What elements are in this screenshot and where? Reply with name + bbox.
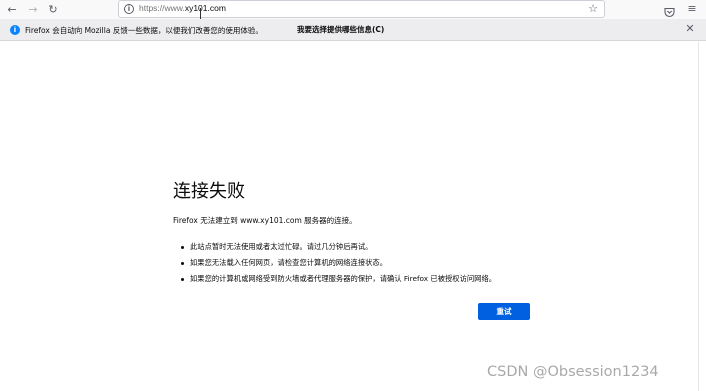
error-description: Firefox 无法建立到 www.xy101.com 服务器的连接。 — [173, 216, 357, 225]
close-icon: ✕ — [685, 22, 695, 35]
info-icon[interactable]: i — [124, 4, 134, 14]
bullet-icon — [181, 246, 184, 249]
pocket-button[interactable] — [664, 3, 675, 18]
url-bar[interactable]: i https://www.xy101.com ☆ — [118, 0, 605, 18]
arrow-left-icon: ← — [7, 2, 17, 16]
bullet-icon — [181, 262, 184, 265]
url-prefix: https://www. — [139, 3, 185, 13]
info-icon: i — [10, 25, 20, 35]
close-notification-button[interactable]: ✕ — [684, 23, 696, 35]
url-text[interactable]: https://www.xy101.com — [139, 3, 226, 13]
forward-button[interactable]: → — [25, 1, 41, 17]
scrollbar-track — [698, 42, 699, 391]
choose-data-button[interactable]: 我要选择提供哪些信息(C) — [295, 24, 386, 36]
list-item: 如果您无法载入任何网页，请检查您计算机的网络连接状态。 — [181, 257, 496, 273]
watermark: CSDN @Obsession1234 — [487, 364, 659, 380]
list-item: 此站点暂时无法使用或者太过忙碌。请过几分钟后再试。 — [181, 241, 496, 257]
suggestion-text: 此站点暂时无法使用或者太过忙碌。请过几分钟后再试。 — [190, 242, 373, 251]
pocket-icon — [664, 7, 675, 18]
url-host: xy101.com — [184, 3, 226, 13]
retry-button[interactable]: 重试 — [478, 303, 530, 320]
arrow-right-icon: → — [28, 2, 38, 16]
suggestion-text: 如果您无法载入任何网页，请检查您计算机的网络连接状态。 — [190, 258, 388, 267]
reload-button[interactable]: ↻ — [45, 1, 61, 17]
bullet-icon — [181, 278, 184, 281]
notification-text: Firefox 会自动向 Mozilla 反馈一些数据，以便我们改善您的使用体验… — [25, 26, 263, 35]
list-item: 如果您的计算机或网络受到防火墙或者代理服务器的保护，请确认 Firefox 已被… — [181, 273, 496, 289]
back-button[interactable]: ← — [4, 1, 20, 17]
notification-bar: i Firefox 会自动向 Mozilla 反馈一些数据，以便我们改善您的使用… — [0, 19, 706, 41]
browser-toolbar: ← → ↻ i https://www.xy101.com ☆ ≡ — [0, 0, 706, 20]
error-title: 连接失败 — [173, 181, 245, 202]
menu-button[interactable]: ≡ — [686, 2, 698, 16]
reload-icon: ↻ — [48, 2, 58, 16]
suggestion-text: 如果您的计算机或网络受到防火墙或者代理服务器的保护，请确认 Firefox 已被… — [190, 274, 497, 283]
star-icon[interactable]: ☆ — [588, 3, 598, 15]
hamburger-menu-icon: ≡ — [687, 2, 697, 15]
error-suggestions: 此站点暂时无法使用或者太过忙碌。请过几分钟后再试。 如果您无法载入任何网页，请检… — [181, 241, 496, 289]
